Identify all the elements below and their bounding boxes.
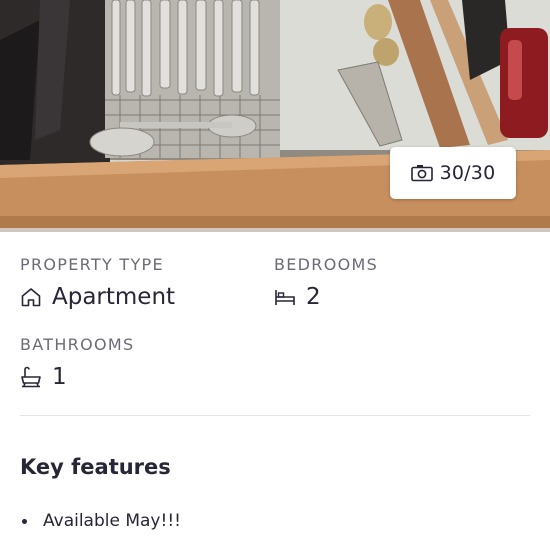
property-type-value-row: Apartment	[20, 283, 175, 311]
bedrooms-label: BEDROOMS	[274, 255, 379, 274]
bath-icon	[21, 366, 41, 388]
property-type-label: PROPERTY TYPE	[20, 255, 164, 274]
bedrooms-value: 2	[306, 284, 321, 310]
photo-count-badge[interactable]: 30/30	[390, 147, 516, 199]
bedrooms-value-row: 2	[274, 283, 378, 311]
section-divider	[20, 415, 530, 416]
feature-text: Available May!!!	[43, 511, 181, 531]
bedrooms-detail: BEDROOMS 2	[274, 255, 378, 311]
property-type-value: Apartment	[52, 284, 176, 310]
listing-photo[interactable]: 30/30	[0, 0, 550, 232]
key-features-list: Available May!!!	[20, 508, 181, 534]
listing-page: 30/30 PROPERTY TYPE Apartment BEDROOMS 2…	[0, 0, 550, 550]
photo-count: 30/30	[439, 162, 496, 184]
house-icon	[21, 288, 41, 307]
bed-icon	[275, 290, 295, 305]
bathrooms-value-row: 1	[20, 363, 134, 391]
camera-icon	[410, 165, 433, 182]
bathrooms-detail: BATHROOMS 1	[20, 335, 134, 391]
list-item: Available May!!!	[20, 508, 181, 534]
property-type-detail: PROPERTY TYPE Apartment	[20, 255, 175, 311]
key-features-title: Key features	[20, 455, 171, 479]
bathrooms-label: BATHROOMS	[20, 335, 135, 354]
bullet-icon	[22, 518, 27, 524]
bathrooms-value: 1	[52, 364, 67, 390]
